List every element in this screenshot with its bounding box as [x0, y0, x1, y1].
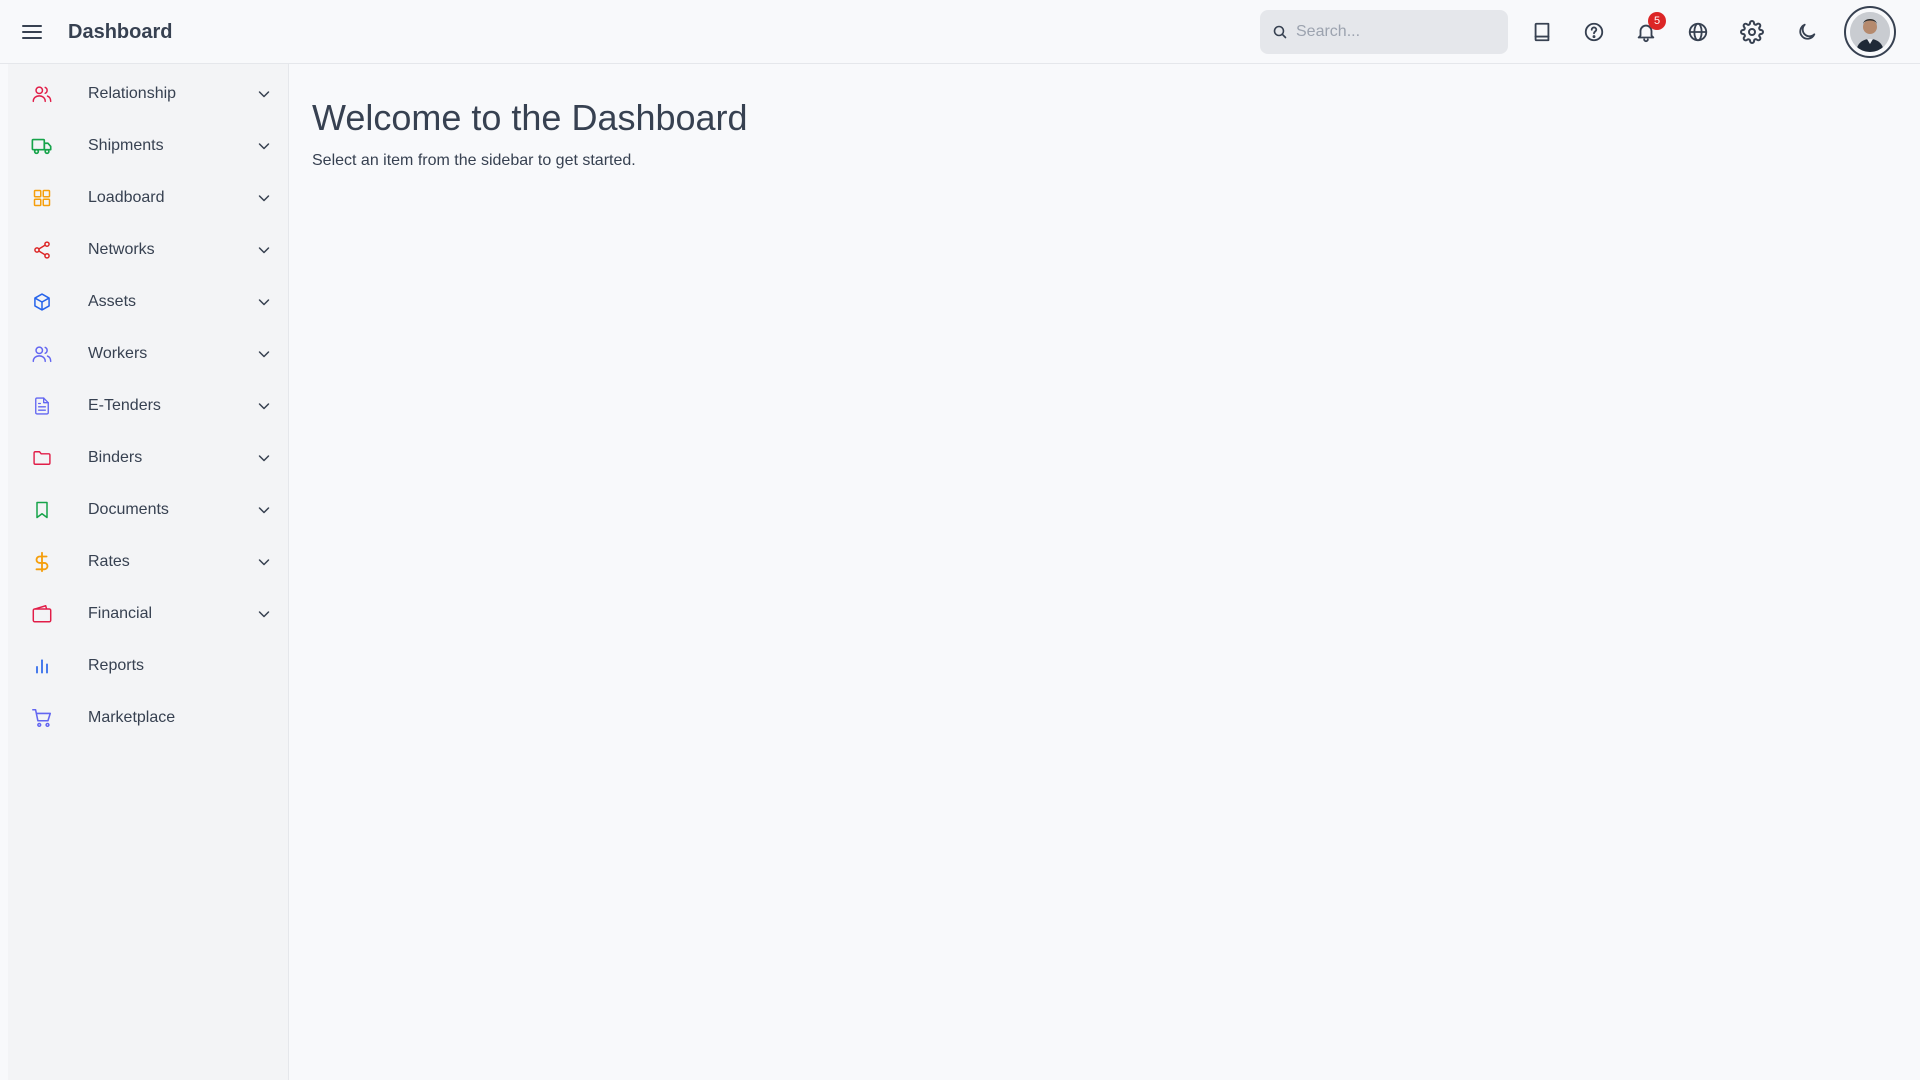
cart-icon [30, 706, 54, 730]
box-icon [30, 290, 54, 314]
users-icon [30, 82, 54, 106]
gear-icon[interactable] [1736, 16, 1768, 48]
wallet-icon [30, 602, 54, 626]
bell-icon[interactable]: 5 [1630, 12, 1666, 48]
sidebar-item-marketplace[interactable]: Marketplace [8, 692, 289, 744]
share-icon [30, 238, 54, 262]
app-title: Dashboard [68, 21, 173, 43]
page-subtitle: Select an item from the sidebar to get s… [312, 152, 636, 169]
chevron-down-icon[interactable] [256, 450, 272, 466]
search-bar[interactable] [1260, 10, 1508, 54]
chevron-down-icon[interactable] [256, 398, 272, 414]
sidebar-item-label: Workers [88, 345, 148, 362]
book-icon[interactable] [1526, 16, 1558, 48]
chevron-down-icon[interactable] [256, 190, 272, 206]
sidebar-item-binders[interactable]: Binders [8, 432, 289, 484]
sidebar-item-financial[interactable]: Financial [8, 588, 289, 640]
sidebar-item-assets[interactable]: Assets [8, 276, 289, 328]
file-text-icon [30, 394, 54, 418]
sidebar-item-documents[interactable]: Documents [8, 484, 289, 536]
chevron-down-icon[interactable] [256, 606, 272, 622]
help-icon[interactable] [1578, 16, 1610, 48]
sidebar-item-label: Assets [88, 293, 137, 310]
chevron-down-icon[interactable] [256, 138, 272, 154]
sidebar-item-label: Financial [88, 605, 153, 622]
folder-icon [30, 446, 54, 470]
chevron-down-icon[interactable] [256, 346, 272, 362]
chevron-down-icon[interactable] [256, 554, 272, 570]
top-header: Dashboard 5 [0, 0, 1920, 64]
sidebar-item-label: Loadboard [88, 189, 165, 206]
sidebar-item-workers[interactable]: Workers [8, 328, 289, 380]
chevron-down-icon[interactable] [256, 242, 272, 258]
sidebar-item-label: Documents [88, 501, 169, 518]
sidebar-item-networks[interactable]: Networks [8, 224, 289, 276]
search-input[interactable] [1292, 10, 1498, 54]
sidebar-item-label: E-Tenders [88, 397, 161, 414]
search-icon [1273, 25, 1287, 39]
sidebar-item-label: Shipments [88, 137, 164, 154]
page-title: Welcome to the Dashboard [312, 97, 748, 138]
sidebar: Relationship Shipments Loadboard Network… [8, 64, 289, 1080]
bar-chart-icon [30, 654, 54, 678]
sidebar-item-rates[interactable]: Rates [8, 536, 289, 588]
sidebar-item-reports[interactable]: Reports [8, 640, 289, 692]
sidebar-item-label: Rates [88, 553, 130, 570]
bookmark-icon [30, 498, 54, 522]
sidebar-item-relationship[interactable]: Relationship [8, 68, 289, 120]
sidebar-item-label: Relationship [88, 85, 177, 102]
sidebar-item-shipments[interactable]: Shipments [8, 120, 289, 172]
avatar[interactable] [1844, 6, 1896, 58]
sidebar-item-label: Binders [88, 449, 143, 466]
sidebar-item-loadboard[interactable]: Loadboard [8, 172, 289, 224]
notification-badge: 5 [1648, 12, 1666, 30]
chevron-down-icon[interactable] [256, 86, 272, 102]
hamburger-menu-icon[interactable] [16, 16, 48, 48]
sidebar-item-label: Marketplace [88, 709, 176, 726]
truck-icon [30, 134, 54, 158]
sidebar-item-e-tenders[interactable]: E-Tenders [8, 380, 289, 432]
sidebar-item-label: Networks [88, 241, 155, 258]
globe-icon[interactable] [1682, 16, 1714, 48]
grid-icon [30, 186, 54, 210]
users-icon [30, 342, 54, 366]
dollar-icon [30, 550, 54, 574]
user-avatar-image [1850, 12, 1890, 52]
chevron-down-icon[interactable] [256, 294, 272, 310]
chevron-down-icon[interactable] [256, 502, 272, 518]
sidebar-item-label: Reports [88, 657, 145, 674]
moon-icon[interactable] [1791, 16, 1823, 48]
